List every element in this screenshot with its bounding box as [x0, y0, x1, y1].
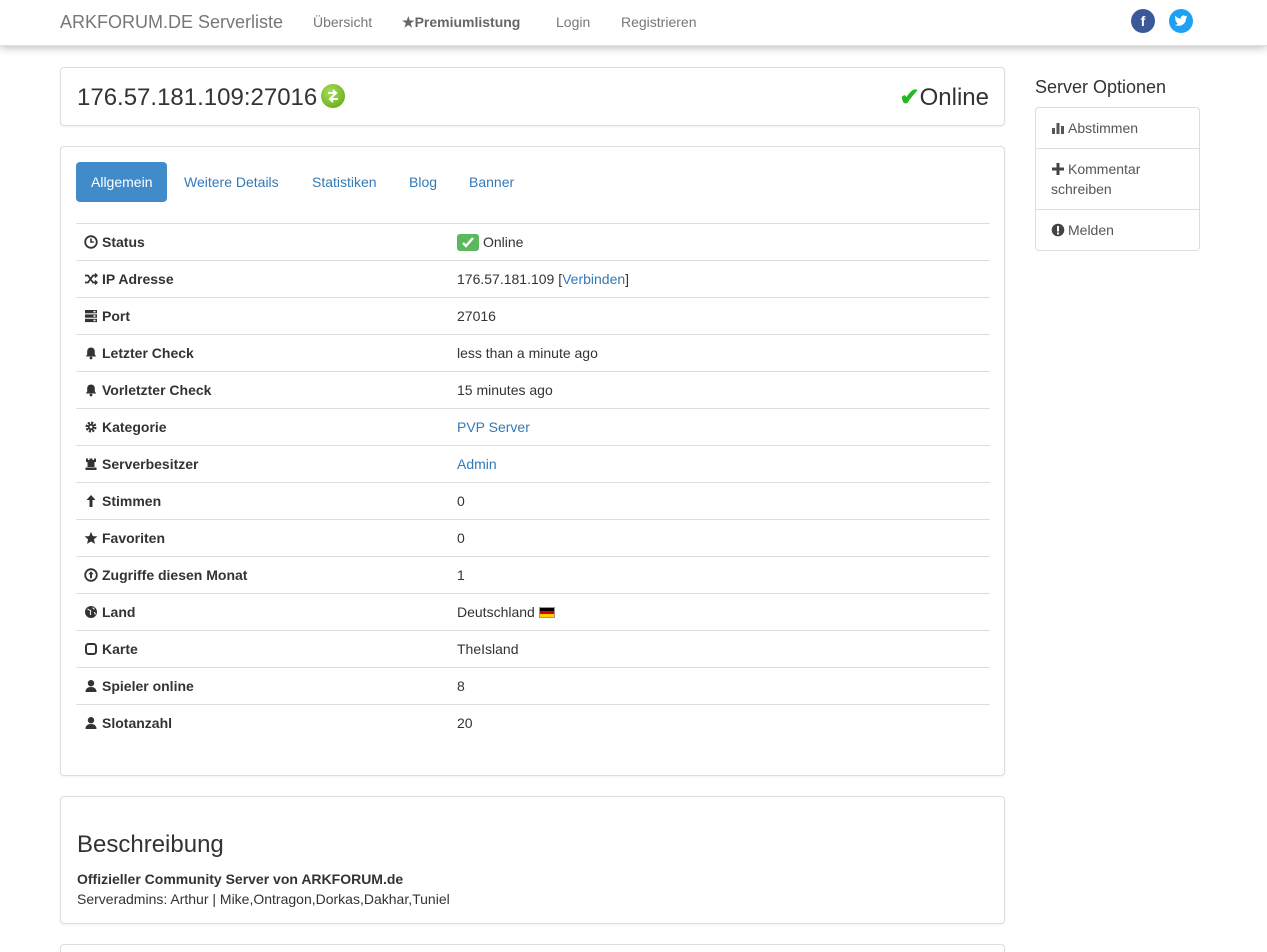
option-report[interactable]: Melden: [1036, 209, 1199, 250]
description-text: Serveradmins: Arthur | Mike,Ontragon,Dor…: [77, 891, 450, 907]
circle-arrow-up-icon: [84, 568, 98, 582]
category-link[interactable]: PVP Server: [457, 419, 530, 435]
port-label: Port: [102, 308, 130, 324]
clock-icon: [84, 235, 98, 249]
description-bold: Offizieller Community Server von ARKFORU…: [77, 871, 404, 887]
server-address: 176.57.181.109:27016: [77, 84, 318, 111]
table-row: Land Deutschland: [76, 593, 990, 631]
check-icon: ✔: [899, 84, 920, 111]
hits-value: 1: [449, 556, 990, 594]
next-panel: [60, 944, 1005, 952]
table-row: Zugriffe diesen Monat 1: [76, 556, 990, 594]
bell-icon: [85, 384, 97, 397]
votes-value: 0: [449, 482, 990, 520]
nav-register[interactable]: Registrieren: [621, 14, 696, 30]
server-status-label: Online: [919, 84, 989, 111]
status-value: Online: [483, 233, 524, 250]
check-icon: [457, 233, 479, 251]
brand-link[interactable]: ARKFORUM.DE Serverliste: [60, 12, 283, 33]
owner-link[interactable]: Admin: [457, 456, 497, 472]
arrow-up-icon: [86, 495, 96, 507]
map-value: TheIsland: [449, 630, 990, 668]
table-row: Karte TheIsland: [76, 630, 990, 668]
players-value: 8: [449, 667, 990, 705]
option-vote-label: Abstimmen: [1068, 120, 1139, 136]
server-status: ✔Online: [900, 83, 989, 112]
map-label: Karte: [102, 641, 138, 657]
slots-label: Slotanzahl: [102, 715, 173, 732]
ip-value: 176.57.181.109: [457, 271, 555, 287]
last-check-label: Letzter Check: [102, 345, 194, 361]
status-label: Status: [102, 234, 145, 250]
bell-icon: [85, 347, 97, 360]
server-title-panel: 176.57.181.109:27016 ✔Online: [60, 67, 1005, 126]
option-report-label: Melden: [1068, 222, 1114, 238]
navbar: ARKFORUM.DE Serverliste Übersicht ★Premi…: [0, 0, 1267, 46]
connect-icon[interactable]: [321, 84, 346, 108]
exclamation-icon: [1051, 223, 1065, 237]
prev-check-label: Vorletzter Check: [102, 382, 212, 398]
server-info-panel: Allgemein Weitere Details Statistiken Bl…: [60, 146, 1005, 776]
table-row: Kategorie PVP Server: [76, 408, 990, 446]
tab-banner[interactable]: Banner: [454, 162, 529, 202]
port-value: 27016: [449, 297, 990, 335]
server-info-table: Status Online IP Adresse 176.57.181.109 …: [76, 223, 990, 742]
favorites-value: 0: [449, 519, 990, 557]
server-icon: [85, 310, 97, 323]
table-row: Spieler online 8: [76, 667, 990, 705]
table-row: IP Adresse 176.57.181.109 [Verbinden]: [76, 260, 990, 298]
category-label: Kategorie: [102, 419, 167, 435]
description-title: Beschreibung: [77, 831, 224, 858]
table-row: Port 27016: [76, 297, 990, 335]
favorites-label: Favoriten: [102, 530, 166, 546]
slots-value: 20: [449, 704, 990, 742]
option-comment[interactable]: Kommentar schreiben: [1036, 148, 1199, 209]
shuffle-icon: [85, 272, 98, 286]
plus-icon: [1052, 163, 1064, 175]
votes-label: Stimmen: [102, 493, 162, 509]
user-icon: [85, 717, 97, 730]
table-row: Vorletzter Check 15 minutes ago: [76, 371, 990, 409]
user-icon: [85, 680, 97, 692]
tab-blog[interactable]: Blog: [394, 162, 452, 202]
gear-icon: [85, 421, 97, 433]
twitter-icon[interactable]: t: [1169, 9, 1193, 33]
table-row: Serverbesitzer Admin: [76, 445, 990, 483]
description-panel: Beschreibung Offizieller Community Serve…: [60, 796, 1005, 924]
tab-weitere-details[interactable]: Weitere Details: [169, 162, 294, 202]
server-address-heading: 176.57.181.109:27016: [77, 84, 346, 112]
nav-premium[interactable]: ★Premiumlistung: [402, 14, 520, 31]
facebook-icon[interactable]: f: [1131, 9, 1155, 33]
tab-statistiken[interactable]: Statistiken: [297, 162, 392, 202]
prev-check-value: 15 minutes ago: [449, 371, 990, 409]
nav-overview[interactable]: Übersicht: [313, 14, 372, 30]
connect-link[interactable]: Verbinden: [562, 271, 625, 287]
server-options-list: Abstimmen Kommentar schreiben Melden: [1035, 107, 1200, 251]
star-icon: [84, 531, 98, 544]
last-check-value: less than a minute ago: [449, 334, 990, 372]
table-row: Favoriten 0: [76, 519, 990, 557]
table-row: Slotanzahl 20: [76, 704, 990, 742]
tower-icon: [85, 458, 97, 470]
star-icon: ★: [402, 14, 415, 30]
sidebar-title: Server Optionen: [1035, 77, 1167, 97]
owner-label: Serverbesitzer: [102, 456, 199, 472]
players-label: Spieler online: [102, 678, 194, 694]
table-row: Stimmen 0: [76, 482, 990, 520]
stats-icon: [1052, 123, 1064, 134]
country-label: Land: [102, 604, 136, 620]
table-row: Status Online: [76, 223, 990, 261]
table-row: Letzter Check less than a minute ago: [76, 334, 990, 372]
hits-label: Zugriffe diesen Monat: [102, 567, 248, 583]
ip-label: IP Adresse: [102, 271, 174, 287]
nav-login[interactable]: Login: [556, 14, 590, 30]
nav-premium-label: Premiumlistung: [414, 14, 521, 30]
tab-allgemein[interactable]: Allgemein: [76, 162, 168, 202]
germany-flag-icon: [538, 607, 555, 618]
unchecked-icon: [85, 643, 97, 655]
country-value: Deutschland: [457, 604, 535, 620]
option-vote[interactable]: Abstimmen: [1036, 108, 1199, 148]
globe-icon: [85, 606, 97, 618]
